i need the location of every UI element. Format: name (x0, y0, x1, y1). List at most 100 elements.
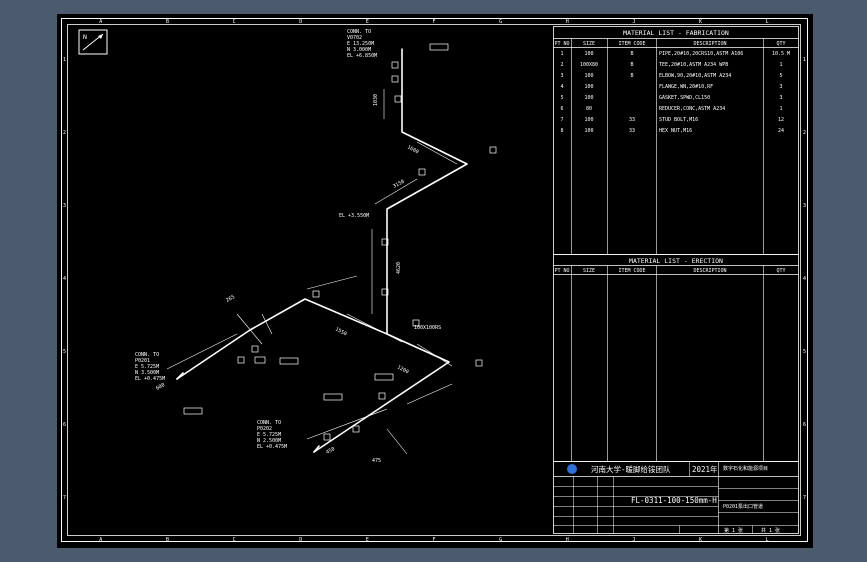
grid-col-top-J: J (632, 19, 635, 25)
pipe-route (176, 48, 468, 453)
grid-row-right-3: 3 (803, 203, 806, 209)
fab-header-itemcode: ITEM CODE (618, 41, 645, 47)
fabrication-rows: 1 100 B PIPE,20#10,20CRS10,ASTM A106 10.5 M 2… (560, 51, 790, 134)
sheet-number: 第 1 张 (724, 527, 743, 534)
grid-row-left-5: 5 (63, 349, 66, 355)
fab-row-2-col-5: 1 (779, 62, 782, 68)
fab-row-5-col-1: 5 (560, 95, 563, 101)
title-block: 河南大学-暖脚给铵团队 2021年 数字石化和能源项目 FL-0311-100-… (553, 461, 799, 534)
inner-border (67, 24, 801, 536)
grid-col-top-H: H (566, 19, 569, 25)
top-conn-l5: EL +6.850M (347, 53, 377, 59)
grid-col-bottom-G: G (499, 537, 502, 543)
grid-col-bottom-B: B (166, 537, 169, 543)
fab-row-7-col-4: STUD BOLT,M16 (659, 117, 698, 123)
north-arrow: N (78, 29, 108, 55)
fab-row-3-col-5: 5 (779, 73, 782, 79)
fab-row-2-col-4: TEE,20#10,ASTM A234 WPB (659, 62, 728, 68)
erc-header-description: DESCRIPTION (693, 268, 726, 274)
grid-row-right-4: 4 (803, 276, 806, 282)
grid-col-bottom-L: L (766, 537, 769, 543)
fab-row-5-col-4: GASKET,SPWD,CL150 (659, 95, 710, 101)
dim-1550: 1550 (334, 326, 347, 337)
fab-row-8-col-4: HEX NUT,M16 (659, 128, 692, 134)
isometric-drawing: AABBCCDDEEFFGGHHJJKKLL1 12 23 34 45 56 67 7 N (61, 18, 808, 543)
project-name: 数字石化和能源项目 (723, 465, 768, 472)
grid-col-top-E: E (366, 19, 369, 25)
grid-col-bottom-A: A (99, 537, 102, 543)
fab-row-7-col-5: 12 (778, 117, 784, 123)
year: 2021年 (692, 464, 718, 474)
fab-row-4-col-2: 100 (584, 84, 593, 90)
erc-header-itemcode: ITEM CODE (618, 268, 645, 274)
erc-header-qty: QTY (776, 268, 785, 274)
fab-header-description: DESCRIPTION (693, 41, 726, 47)
grid-col-bottom-F: F (432, 537, 435, 543)
grid-row-left-7: 7 (63, 495, 66, 501)
drawing-sheet: AABBCCDDEEFFGGHHJJKKLL11223344556677 N C… (57, 14, 813, 548)
bottom-conn-l5: EL +0.475M (257, 444, 287, 450)
grid-row-left-2: 2 (63, 130, 66, 136)
fab-row-6-col-1: 6 (560, 106, 563, 112)
fab-header-qty: QTY (776, 41, 785, 47)
fab-row-1-col-1: 1 (560, 51, 563, 57)
grid-row-right-5: 5 (803, 349, 806, 355)
dim-1030: 1030 (373, 94, 379, 106)
dim-3150: 3150 (392, 179, 405, 190)
grid-col-top-C: C (233, 19, 236, 25)
school-name: 河南大学-暖脚给铵团队 (591, 464, 671, 474)
grid-col-bottom-J: J (632, 537, 635, 543)
dimension-lines (166, 89, 458, 455)
fab-row-4-col-5: 3 (779, 84, 782, 90)
grid-row-left-1: 1 (63, 57, 66, 63)
grid-row-left-4: 4 (63, 276, 66, 282)
fabrication-list: MATERIAL LIST - FABRICATION PT NO SIZE I… (553, 26, 799, 255)
grid-col-top-L: L (766, 19, 769, 25)
fab-row-2-col-1: 2 (560, 62, 563, 68)
grid-row-right-7: 7 (803, 495, 806, 501)
dim-475: 475 (372, 458, 381, 464)
left-conn-l5: EL +0.475M (135, 376, 165, 382)
fab-row-6-col-4: REDUCER,CONC,ASTM A234 (659, 106, 725, 112)
grid-row-right-2: 2 (803, 130, 806, 136)
school-logo (567, 464, 577, 474)
part-tags (183, 43, 497, 441)
fab-row-6-col-5: 1 (779, 106, 782, 112)
fab-row-1-col-5: 10.5 M (772, 51, 790, 57)
grid-row-right-6: 6 (803, 422, 806, 428)
part-name: P0201泵出口管道 (723, 503, 763, 510)
grid-col-top-G: G (499, 19, 502, 25)
dim-600: 600 (155, 382, 166, 392)
grid-col-top-F: F (432, 19, 435, 25)
fab-row-2-col-3: B (630, 62, 633, 68)
fab-row-8-col-3: 33 (629, 128, 635, 134)
fab-header-size: SIZE (583, 41, 595, 47)
fab-row-3-col-4: ELBOW,90,20#10,ASTM A234 (659, 73, 731, 79)
fab-row-5-col-2: 100 (584, 95, 593, 101)
fab-row-8-col-5: 24 (778, 128, 784, 134)
reducer-label: 100X100RS (414, 325, 441, 331)
grid-row-right-1: 1 (803, 57, 806, 63)
grid-row-left-6: 6 (63, 422, 66, 428)
fab-row-8-col-1: 8 (560, 128, 563, 134)
drawing-number: FL-0311-100-150mm-H (631, 496, 717, 505)
grid-col-bottom-K: K (699, 537, 702, 543)
fab-row-3-col-1: 3 (560, 73, 563, 79)
erection-title: MATERIAL LIST - ERECTION (629, 257, 723, 265)
dim-265: 265 (225, 294, 236, 304)
grid-col-top-D: D (299, 19, 302, 25)
dim-4620: 4620 (396, 262, 402, 274)
fab-row-2-col-2: 100X80 (580, 62, 598, 68)
grid-col-bottom-H: H (566, 537, 569, 543)
grid-col-top-A: A (99, 19, 102, 25)
fab-row-4-col-1: 4 (560, 84, 563, 90)
fab-row-7-col-2: 100 (584, 117, 593, 123)
grid-col-bottom-C: C (233, 537, 236, 543)
dim-1200: 1200 (396, 364, 409, 375)
fab-row-4-col-4: FLANGE,WN,20#10,RF (659, 84, 713, 90)
fab-row-3-col-2: 100 (584, 73, 593, 79)
fabrication-title: MATERIAL LIST - FABRICATION (623, 29, 729, 37)
erection-list: MATERIAL LIST - ERECTION PT NO SIZE ITEM… (553, 254, 799, 462)
fab-row-8-col-2: 100 (584, 128, 593, 134)
fab-row-3-col-3: B (630, 73, 633, 79)
